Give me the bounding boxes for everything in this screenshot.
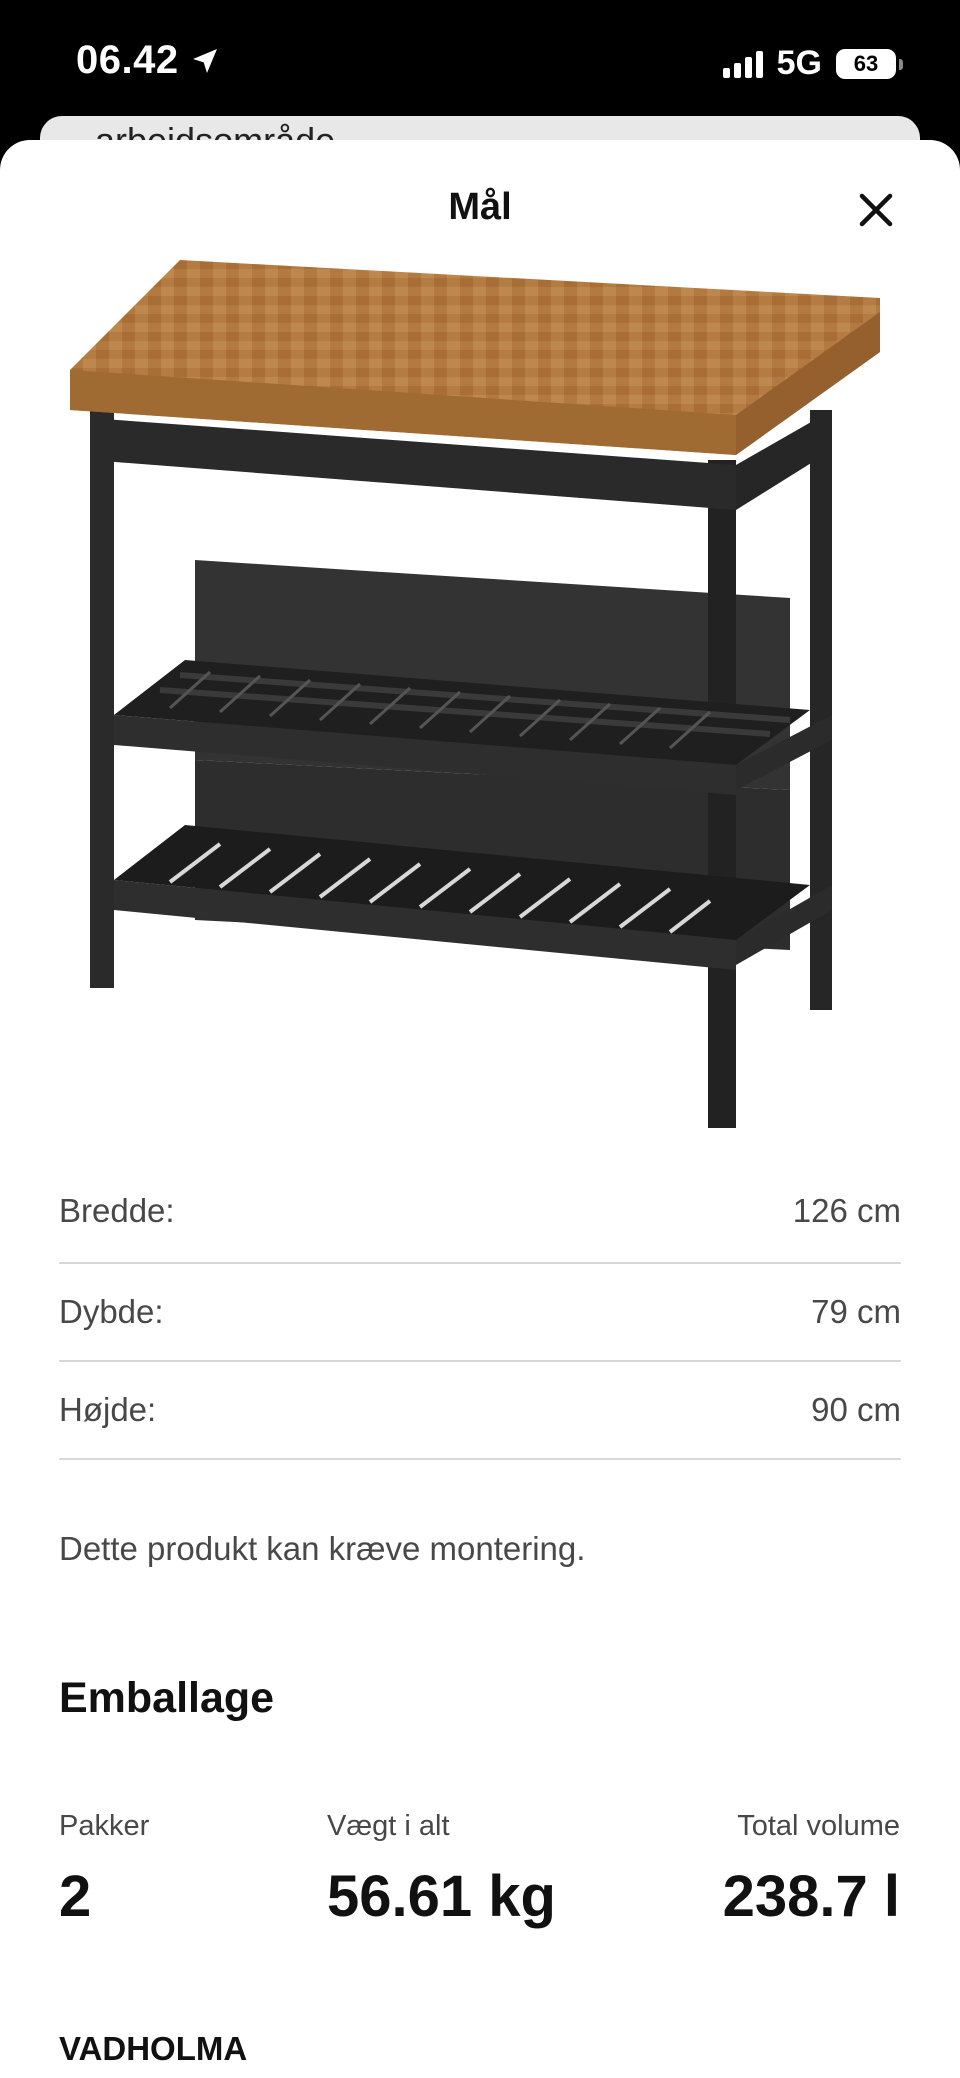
packages-stat: Pakker 2 [59,1810,149,1930]
status-bar: 06.42 5G 63 [0,0,960,120]
dimension-value: 79 cm [811,1293,901,1330]
packages-value: 2 [59,1864,92,1929]
dimension-value: 90 cm [811,1391,901,1428]
volume-label: Total volume [737,1810,900,1842]
close-button[interactable] [852,186,900,234]
weight-value: 56.61 kg [327,1864,556,1929]
packages-label: Pakker [59,1810,150,1842]
dimension-label: Højde: [59,1391,157,1428]
dimension-value: 126 cm [792,1192,901,1229]
product-image [70,260,880,1128]
dimension-row-depth: Dybde: 79 cm [59,1264,901,1362]
location-arrow-icon [192,48,217,73]
signal-icon [722,50,763,78]
dimension-row-height: Højde: 90 cm [59,1362,901,1460]
battery-level: 63 [853,50,879,76]
dimension-label: Dybde: [59,1293,164,1330]
assembly-note: Dette produkt kan kræve montering. [59,1530,586,1567]
dimension-label: Bredde: [59,1192,175,1229]
weight-label: Vægt i alt [327,1810,450,1842]
volume-value: 238.7 l [722,1864,900,1929]
network-label: 5G [776,44,822,82]
weight-stat: Vægt i alt 56.61 kg [327,1810,556,1930]
status-indicators: 5G 63 [722,44,903,83]
battery-icon: 63 [836,48,903,79]
close-icon [859,193,893,227]
packaging-heading: Emballage [59,1674,275,1722]
status-time: 06.42 [76,38,221,83]
volume-stat: Total volume 238.7 l [723,1810,900,1930]
dimension-row-width: Bredde: 126 cm [59,1180,901,1264]
product-name: VADHOLMA [59,2030,248,2067]
sheet-title: Mål [448,186,512,228]
time-label: 06.42 [76,38,179,82]
dimensions-list: Bredde: 126 cm Dybde: 79 cm Højde: 90 cm [59,1180,901,1460]
